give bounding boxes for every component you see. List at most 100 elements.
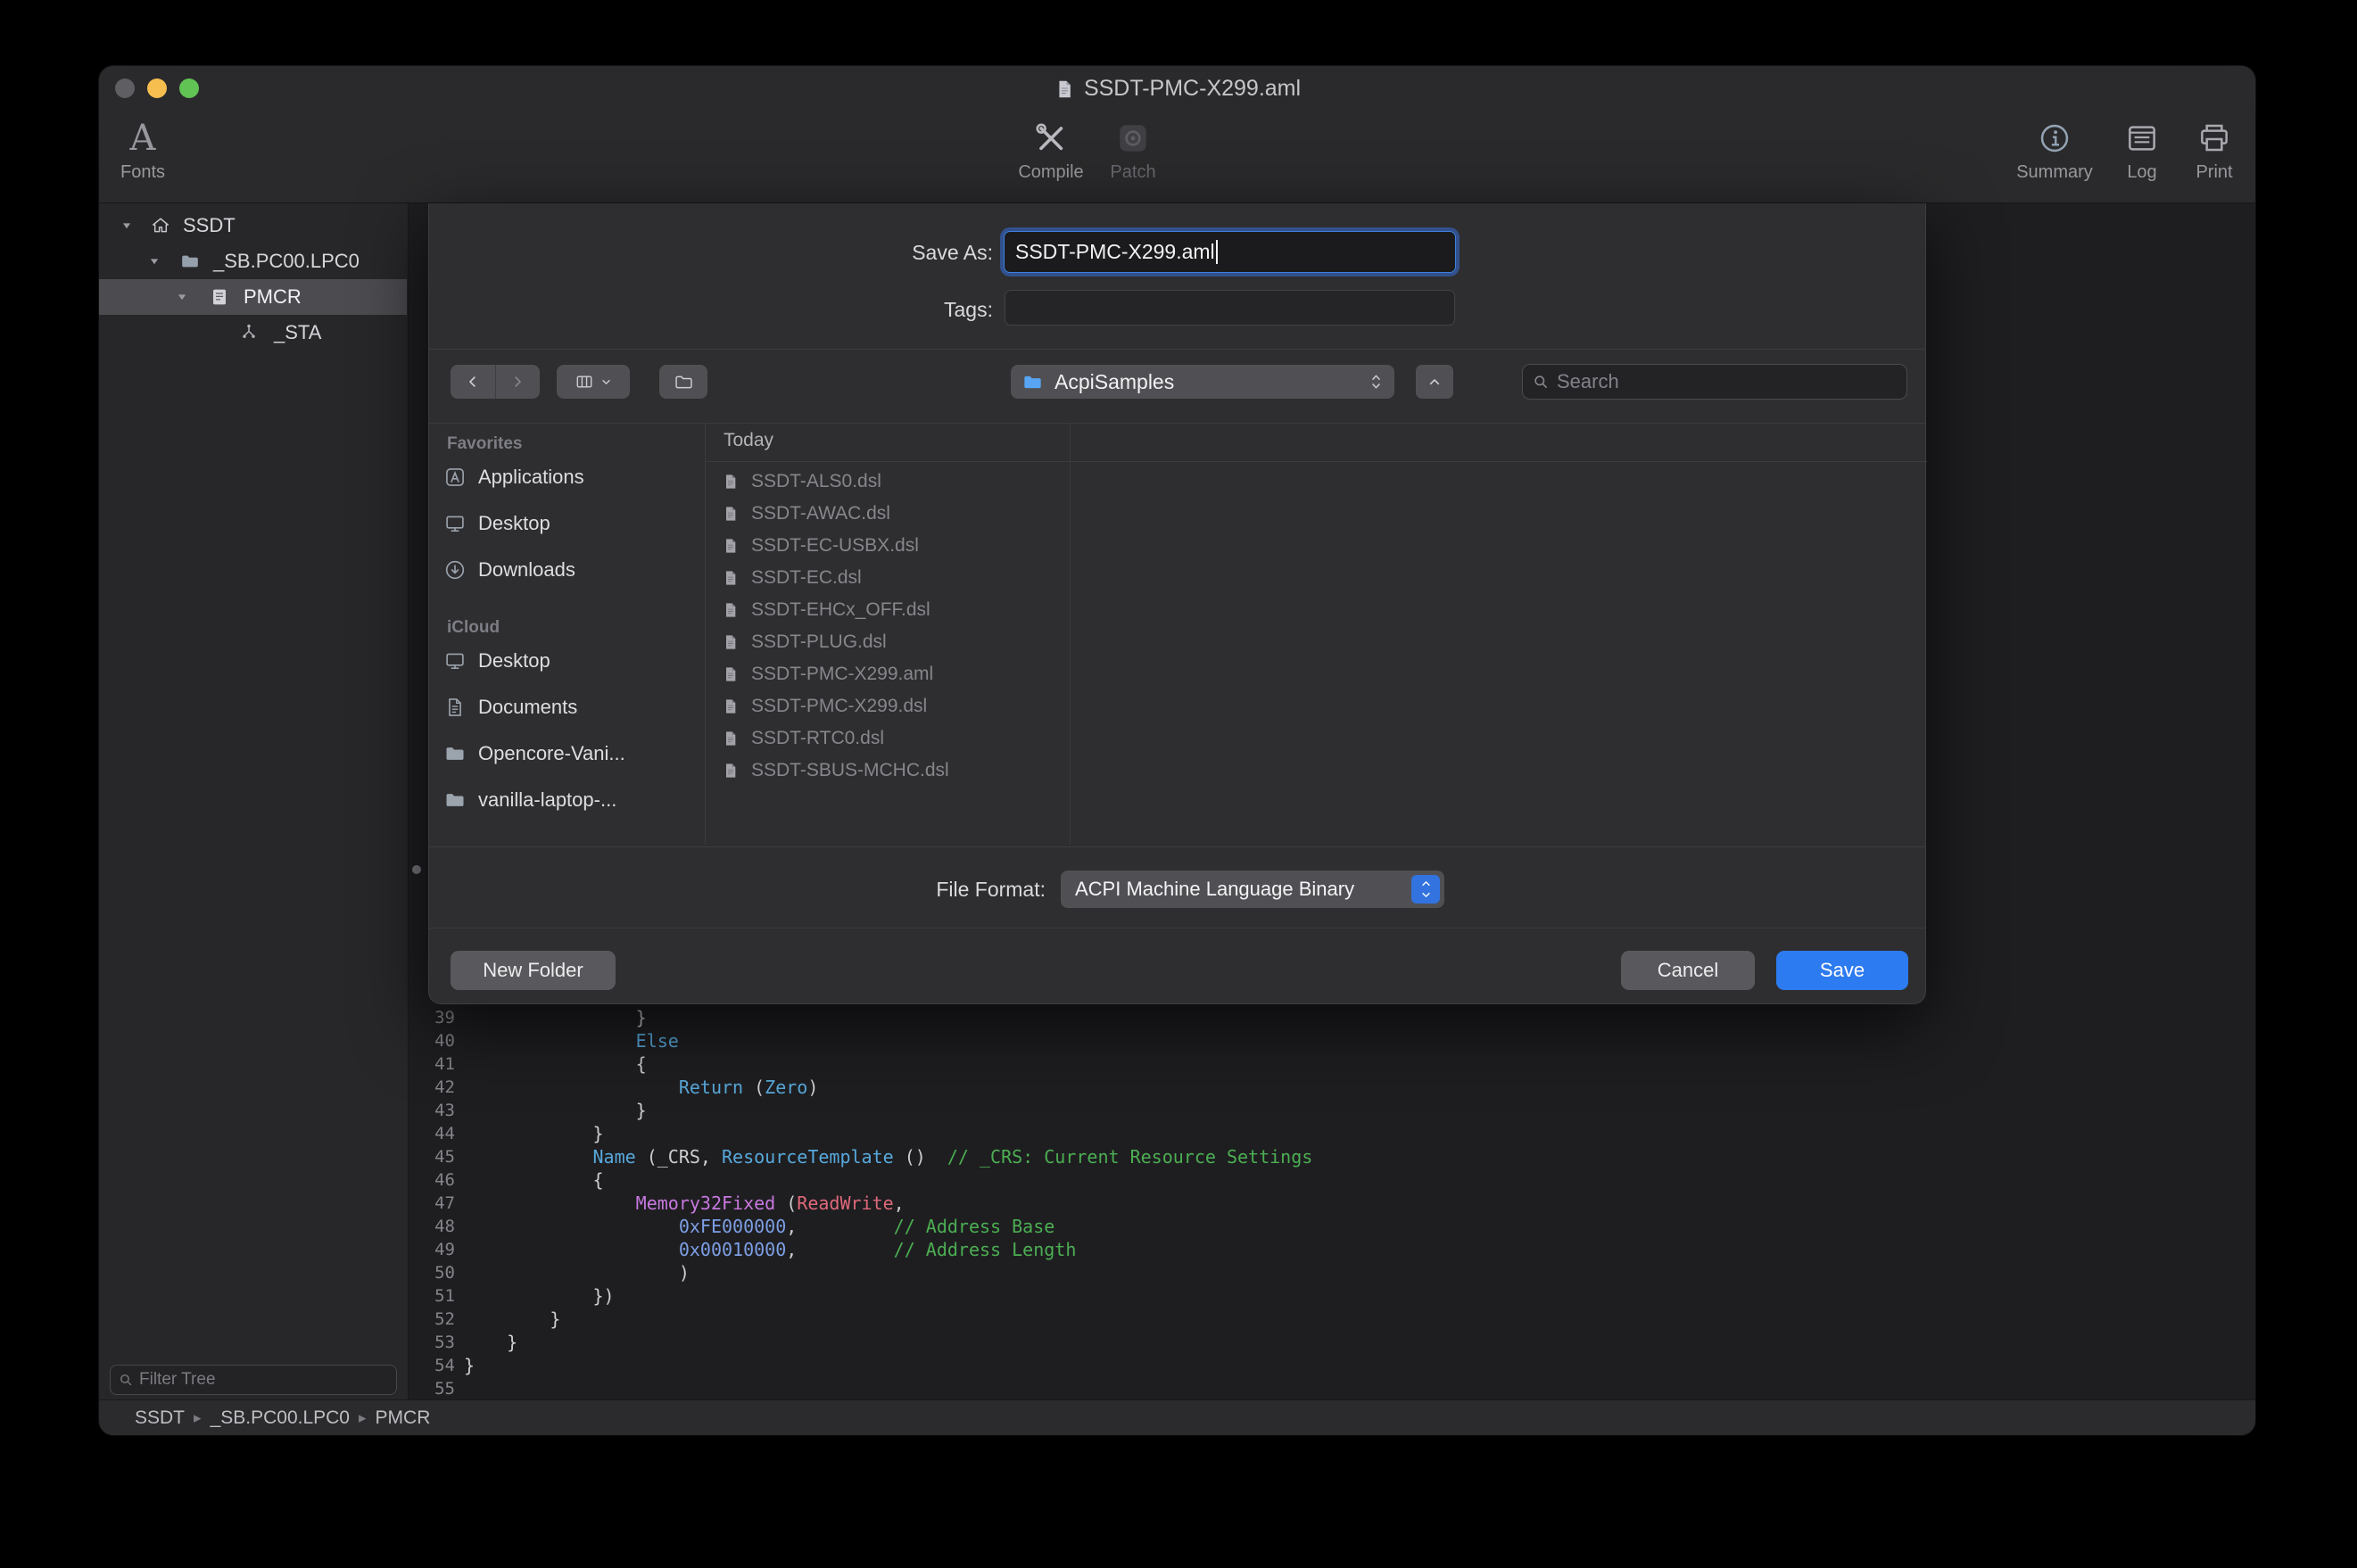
place-item-opencore-vani[interactable]: Opencore-Vani...	[436, 732, 697, 775]
code-line: 49 0x00010000, // Address Length	[409, 1238, 2255, 1261]
disclosure-triangle[interactable]	[148, 255, 161, 268]
minimize-button[interactable]	[147, 78, 167, 98]
fonts-icon: A	[130, 116, 156, 161]
folder-icon	[443, 788, 467, 812]
downloads-icon	[443, 558, 467, 582]
disclosure-triangle[interactable]	[176, 291, 188, 303]
sidebar-resize-handle[interactable]	[412, 865, 421, 874]
chevron-right-icon	[509, 374, 525, 390]
place-item-label: Documents	[478, 696, 577, 719]
forward-button[interactable]	[495, 365, 541, 399]
file-item-label: SSDT-EC.dsl	[751, 567, 862, 589]
file-item-ssdt-ehcx-off-dsl: SSDT-EHCx_OFF.dsl	[707, 594, 1068, 626]
code-text: 0xFE000000, // Address Base	[464, 1215, 1054, 1238]
code-text: }	[464, 1099, 647, 1122]
tags-field[interactable]	[1005, 290, 1455, 326]
places-sidebar: FavoritesApplicationsDesktopDownloadsiCl…	[429, 424, 704, 845]
tags-label: Tags:	[429, 298, 993, 322]
close-button[interactable]	[115, 78, 135, 98]
location-popup[interactable]: AcpiSamples	[1011, 365, 1394, 399]
disclosure-triangle[interactable]	[120, 219, 133, 232]
place-item-label: Downloads	[478, 558, 575, 582]
window-header: SSDT-PMC-X299.aml A Fonts Compile Patch …	[99, 66, 2255, 203]
new-folder-button[interactable]: New Folder	[451, 951, 616, 990]
toolbar-patch-button[interactable]: Patch	[1062, 116, 1204, 200]
code-text: Return (Zero)	[464, 1076, 818, 1099]
save-as-label: Save As:	[429, 241, 993, 265]
divider	[705, 461, 1927, 462]
tree-item-sb-pc00-lpc0[interactable]: _SB.PC00.LPC0	[99, 243, 407, 279]
breadcrumb-item[interactable]: PMCR	[376, 1407, 431, 1429]
stepper-chevrons-icon	[1369, 372, 1384, 392]
toolbar-print-button[interactable]: Print	[2143, 116, 2255, 200]
file-item-ssdt-pmc-x299-aml: SSDT-PMC-X299.aml	[707, 658, 1068, 690]
code-text: Else	[464, 1029, 679, 1052]
toolbar-fonts-button[interactable]: A Fonts	[99, 116, 214, 200]
code-line: 52 }	[409, 1308, 2255, 1331]
status-bar: SSDT▸_SB.PC00.LPC0▸PMCR	[99, 1399, 2255, 1435]
code-line: 42 Return (Zero)	[409, 1076, 2255, 1099]
tree-item-label: _SB.PC00.LPC0	[213, 250, 360, 273]
line-number: 52	[409, 1308, 455, 1331]
device-icon	[209, 286, 230, 308]
code-line: 55	[409, 1377, 2255, 1399]
line-number: 41	[409, 1052, 455, 1076]
file-item-label: SSDT-RTC0.dsl	[751, 728, 884, 749]
applications-icon	[443, 466, 467, 489]
folder-action-button[interactable]	[659, 365, 707, 399]
tree-item-label: PMCR	[244, 285, 302, 309]
app-window: SSDT-PMC-X299.aml A Fonts Compile Patch …	[99, 66, 2255, 1435]
view-mode-button[interactable]	[557, 365, 630, 399]
code-line: 53 }	[409, 1331, 2255, 1354]
tree-item-ssdt[interactable]: SSDT	[99, 208, 407, 243]
place-item-desktop[interactable]: Desktop	[436, 640, 697, 682]
search-field[interactable]	[1522, 364, 1907, 400]
code-line: 43 }	[409, 1099, 2255, 1122]
line-number: 47	[409, 1192, 455, 1215]
place-item-label: Desktop	[478, 512, 550, 535]
line-number: 39	[409, 1006, 455, 1029]
line-number: 46	[409, 1168, 455, 1192]
file-format-popup[interactable]: ACPI Machine Language Binary	[1061, 871, 1444, 908]
code-line: 48 0xFE000000, // Address Base	[409, 1215, 2255, 1238]
filter-tree-input[interactable]	[139, 1370, 389, 1390]
folder-icon	[674, 372, 694, 392]
save-as-field[interactable]: SSDT-PMC-X299.aml	[1004, 231, 1456, 273]
file-item-ssdt-pmc-x299-dsl: SSDT-PMC-X299.dsl	[707, 690, 1068, 722]
place-item-vanilla-laptop[interactable]: vanilla-laptop-...	[436, 779, 697, 821]
code-line: 47 Memory32Fixed (ReadWrite,	[409, 1192, 2255, 1215]
zoom-button[interactable]	[179, 78, 199, 98]
desktop-icon	[443, 649, 467, 673]
place-item-label: Desktop	[478, 649, 550, 673]
file-item-ssdt-plug-dsl: SSDT-PLUG.dsl	[707, 626, 1068, 658]
code-line: 50 )	[409, 1261, 2255, 1284]
place-item-downloads[interactable]: Downloads	[436, 549, 697, 591]
folder-icon	[1021, 371, 1044, 393]
document-icon	[722, 471, 740, 492]
filter-tree-field[interactable]	[110, 1365, 397, 1395]
file-item-ssdt-rtc0-dsl: SSDT-RTC0.dsl	[707, 722, 1068, 755]
search-input[interactable]	[1557, 370, 1898, 393]
file-item-ssdt-awac-dsl: SSDT-AWAC.dsl	[707, 498, 1068, 530]
tree-item-sta[interactable]: _STA	[99, 315, 407, 351]
place-item-applications[interactable]: Applications	[436, 456, 697, 499]
breadcrumb-item[interactable]: SSDT	[135, 1407, 185, 1429]
document-icon	[722, 503, 740, 524]
tree-item-pmcr[interactable]: PMCR	[99, 279, 407, 315]
toolbar-fonts-label: Fonts	[120, 162, 165, 183]
cancel-button[interactable]: Cancel	[1621, 951, 1755, 990]
code-line: 41 {	[409, 1052, 2255, 1076]
text-caret	[1216, 240, 1218, 264]
line-number: 54	[409, 1354, 455, 1377]
place-item-documents[interactable]: Documents	[436, 686, 697, 729]
code-line: 45 Name (_CRS, ResourceTemplate () // _C…	[409, 1145, 2255, 1168]
collapse-dialog-button[interactable]	[1416, 365, 1453, 399]
save-button[interactable]: Save	[1776, 951, 1908, 990]
back-button[interactable]	[451, 365, 495, 399]
code-text: }	[464, 1006, 647, 1029]
breadcrumb-item[interactable]: _SB.PC00.LPC0	[211, 1407, 350, 1429]
place-item-desktop[interactable]: Desktop	[436, 502, 697, 545]
code-line: 46 {	[409, 1168, 2255, 1192]
sidebar: SSDT _SB.PC00.LPC0 PMCR _STA	[99, 203, 409, 1399]
document-icon	[1054, 77, 1075, 102]
